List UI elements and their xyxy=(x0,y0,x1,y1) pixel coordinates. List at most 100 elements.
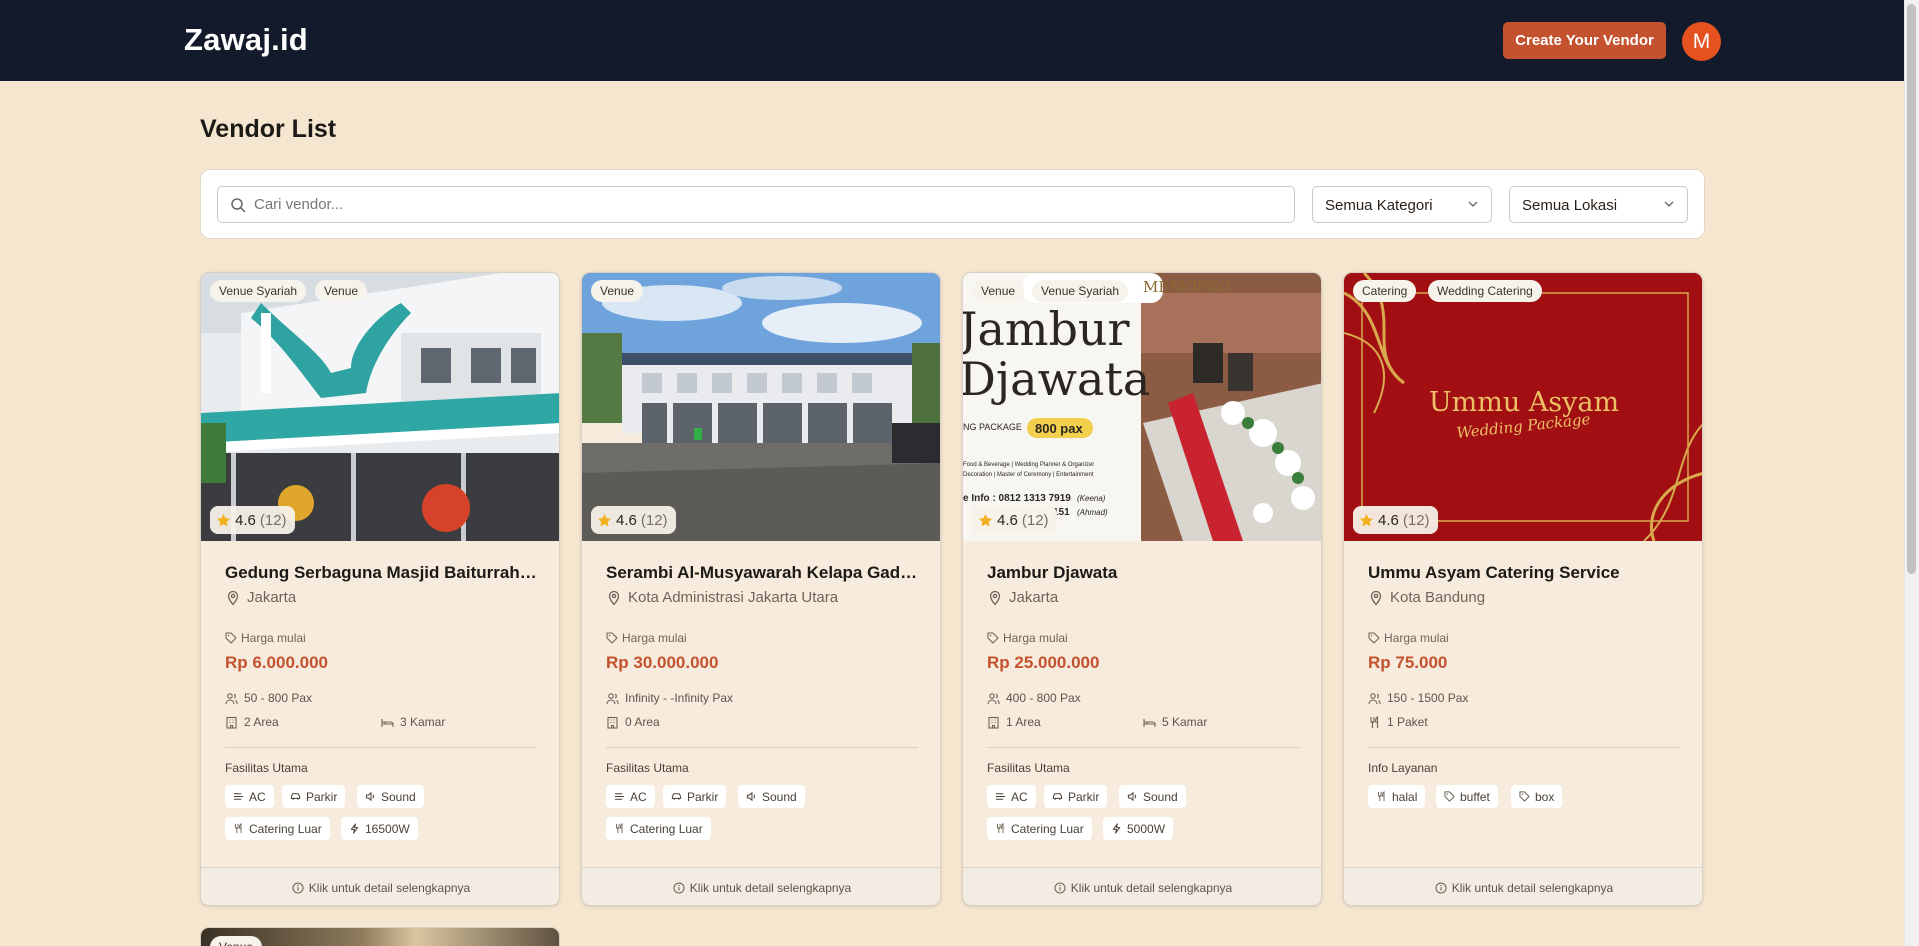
price-label-text: Harga mulai xyxy=(241,631,306,645)
area-count: 0 Area xyxy=(606,715,660,729)
map-pin-icon xyxy=(225,590,241,606)
area-text: 0 Area xyxy=(625,715,660,729)
info-icon xyxy=(292,882,304,894)
review-count: (12) xyxy=(1402,511,1430,529)
vendor-name[interactable]: Ummu Asyam Catering Service xyxy=(1368,563,1683,583)
create-vendor-button[interactable]: Create Your Vendor xyxy=(1503,22,1666,59)
building-icon xyxy=(606,716,619,729)
location-select[interactable]: Semua Lokasi xyxy=(1509,186,1688,223)
brand-logo[interactable]: Zawaj.id xyxy=(184,22,308,58)
tag-icon xyxy=(1444,791,1455,802)
vendor-photo: MEMOPRO Jambur Djawata NG PACKAGE 800 pa… xyxy=(963,273,1321,541)
building-icon xyxy=(987,716,1000,729)
top-navbar: Zawaj.id Create Your Vendor M xyxy=(0,0,1919,81)
utensils-icon xyxy=(614,823,625,834)
users-icon xyxy=(225,692,238,705)
search-box[interactable] xyxy=(217,186,1295,223)
vendor-name[interactable]: Gedung Serbaguna Masjid Baiturrahman... xyxy=(225,563,540,583)
vendor-card[interactable]: Ummu Asyam Wedding Package Catering Wedd… xyxy=(1343,272,1703,906)
poster-title: Ummu Asyam xyxy=(1429,387,1619,418)
poster-line-1: Jambur xyxy=(963,302,1130,356)
map-pin-icon xyxy=(606,590,622,606)
poster-line-2: Djawata xyxy=(963,352,1150,406)
category-tag: Venue Syariah xyxy=(1032,280,1129,302)
vendor-card[interactable]: MEMOPRO Jambur Djawata NG PACKAGE 800 pa… xyxy=(962,272,1322,906)
package-count: 1 Paket xyxy=(1368,715,1428,729)
scrollbar[interactable] xyxy=(1904,0,1919,946)
category-tag: Venue Syariah xyxy=(210,280,307,302)
speaker-icon xyxy=(365,791,376,802)
vendor-location: Jakarta xyxy=(987,589,1058,606)
bolt-icon xyxy=(349,823,360,834)
vendor-name[interactable]: Serambi Al-Musyawarah Kelapa Gading xyxy=(606,563,921,583)
info-icon xyxy=(1054,882,1066,894)
utensils-icon xyxy=(233,823,244,834)
search-input[interactable] xyxy=(254,189,1284,220)
card-footer[interactable]: Klik untuk detail selengkapnya xyxy=(582,867,940,905)
price-value: Rp 6.000.000 xyxy=(225,653,329,672)
scrollbar-thumb[interactable] xyxy=(1907,4,1916,574)
chevron-down-icon xyxy=(1468,201,1478,207)
rating-value: 4.6 xyxy=(616,511,637,529)
capacity: 400 - 800 Pax xyxy=(987,691,1081,705)
info-icon xyxy=(1435,882,1447,894)
card-footer[interactable]: Klik untuk detail selengkapnya xyxy=(963,867,1321,905)
area-count: 2 Area xyxy=(225,715,279,729)
category-tag: Venue xyxy=(210,936,263,946)
room-text: 3 Kamar xyxy=(400,715,446,729)
chip-label: Sound xyxy=(1143,789,1178,804)
ac-icon xyxy=(614,791,625,802)
capacity-text: 50 - 800 Pax xyxy=(244,691,313,705)
ac-icon xyxy=(233,791,244,802)
vendor-card[interactable]: Venue xyxy=(200,927,560,946)
star-icon xyxy=(216,513,231,528)
car-icon xyxy=(671,791,682,802)
utensils-icon xyxy=(1368,716,1381,729)
divider xyxy=(987,747,1299,748)
chip-label: AC xyxy=(249,789,266,804)
review-count: (12) xyxy=(1021,511,1049,529)
search-icon xyxy=(231,198,246,213)
price-label: Harga mulai xyxy=(606,631,687,645)
users-icon xyxy=(1368,692,1381,705)
facility-chip: Catering Luar xyxy=(225,817,330,840)
area-text: 1 Area xyxy=(1006,715,1041,729)
category-tag: Venue xyxy=(972,280,1025,302)
rating-badge: 4.6 (12) xyxy=(591,506,676,534)
rating-value: 4.6 xyxy=(997,511,1018,529)
location-text: Jakarta xyxy=(1009,589,1059,606)
vendor-photo: Ummu Asyam Wedding Package xyxy=(1344,273,1702,541)
card-footer[interactable]: Klik untuk detail selengkapnya xyxy=(201,867,559,905)
footer-text: Klik untuk detail selengkapnya xyxy=(689,880,852,895)
price-value: Rp 75.000 xyxy=(1368,653,1448,672)
vendor-card[interactable]: Venue Syariah Venue 4.6 (12) Gedung Serb… xyxy=(200,272,560,906)
card-footer[interactable]: Klik untuk detail selengkapnya xyxy=(1344,867,1702,905)
chip-label: 16500W xyxy=(365,821,410,836)
chip-label: Catering Luar xyxy=(1011,821,1084,836)
vendor-name[interactable]: Jambur Djawata xyxy=(987,563,1302,583)
user-avatar[interactable]: M xyxy=(1682,22,1721,61)
location-text: Jakarta xyxy=(247,589,297,606)
capacity: 50 - 800 Pax xyxy=(225,691,312,705)
facility-chip: Parkir xyxy=(282,785,346,808)
category-select[interactable]: Semua Kategori xyxy=(1312,186,1492,223)
poster-contact: e Info : 0812 1313 7919 xyxy=(963,493,1071,504)
price-value: Rp 25.000.000 xyxy=(987,653,1100,672)
footer-text: Klik untuk detail selengkapnya xyxy=(308,880,471,895)
room-count: 5 Kamar xyxy=(1143,715,1207,729)
poster-contact-2-name: (Ahmad) xyxy=(1077,508,1108,517)
price-label: Harga mulai xyxy=(225,631,306,645)
vendor-location: Kota Administrasi Jakarta Utara xyxy=(606,589,838,606)
category-tag: Wedding Catering xyxy=(1428,280,1542,302)
room-count: 3 Kamar xyxy=(381,715,445,729)
star-icon xyxy=(978,513,993,528)
facility-chip: AC xyxy=(987,785,1036,808)
review-count: (12) xyxy=(640,511,668,529)
poster-package: NG PACKAGE xyxy=(963,422,1022,432)
vendor-card[interactable]: Venue 4.6 (12) Serambi Al-Musyawarah Kel… xyxy=(581,272,941,906)
chip-label: Sound xyxy=(762,789,797,804)
page-title: Vendor List xyxy=(200,115,337,143)
service-info-title: Info Layanan xyxy=(1368,761,1438,775)
facility-chip: Catering Luar xyxy=(606,817,711,840)
service-chip: box xyxy=(1511,785,1563,808)
